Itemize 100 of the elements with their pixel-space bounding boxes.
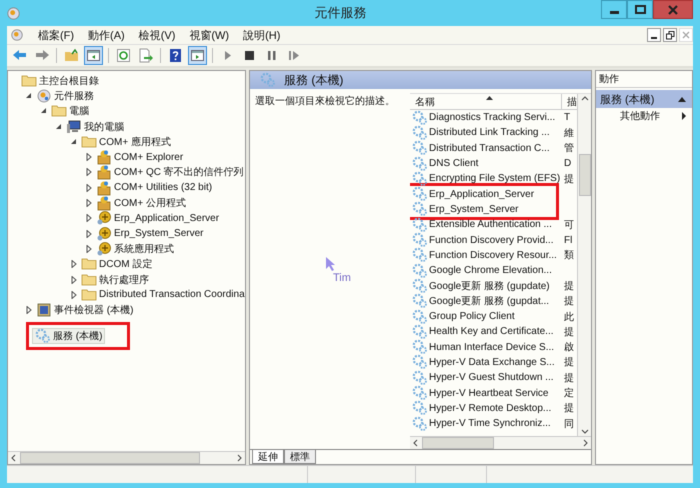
gear-icon <box>35 328 51 344</box>
minimize-button[interactable] <box>647 28 661 42</box>
folder-icon <box>51 103 67 120</box>
service-name[interactable]: Erp_Application_Server <box>410 186 562 202</box>
table-cell-text: 提 <box>563 326 574 339</box>
service-name[interactable]: Human Interface Device S... <box>410 339 562 356</box>
tree-item[interactable]: 元件服務 <box>33 88 97 104</box>
tree-item[interactable]: 我的電腦 <box>63 118 127 135</box>
service-name[interactable]: Hyper-V Heartbeat Service <box>410 385 562 401</box>
close-button[interactable] <box>653 0 693 19</box>
tree-collapsed-arrow-icon[interactable] <box>85 214 92 222</box>
horizontal-scrollbar[interactable] <box>410 436 591 449</box>
menu-item[interactable]: 動作(A) <box>81 28 132 42</box>
service-name[interactable]: Distributed Link Tracking ... <box>410 124 562 141</box>
tree-collapsed-arrow-icon[interactable] <box>70 290 77 299</box>
service-name[interactable]: DNS Client <box>410 156 562 172</box>
tree-item[interactable]: 執行處理序 <box>78 272 152 288</box>
toolbar-button[interactable] <box>84 46 103 65</box>
tree-collapsed-arrow-icon[interactable] <box>85 168 92 176</box>
package-icon <box>96 164 112 180</box>
service-name[interactable]: Google更新 服務 (gupdate) <box>410 278 562 294</box>
table-cell-text: 此 <box>563 310 574 324</box>
component-icon[interactable] <box>11 29 23 41</box>
service-name[interactable]: Hyper-V Guest Shutdown ... <box>410 370 562 386</box>
service-name[interactable]: Google更新 服務 (gupdat... <box>410 293 562 310</box>
pane-header: 服務 (本機) <box>250 71 591 89</box>
mouse-pointer-icon <box>325 256 337 272</box>
table-cell-text: 提 <box>563 356 574 370</box>
gear-icon <box>412 262 428 279</box>
tree-item[interactable]: 主控台根目錄 <box>18 72 102 89</box>
minimize-button[interactable] <box>601 0 627 19</box>
menu-item[interactable]: 視窗(W) <box>182 28 236 42</box>
tree-item[interactable]: Erp_Application_Server <box>93 210 222 226</box>
gear-icon <box>412 354 428 370</box>
tree-collapsed-arrow-icon[interactable] <box>70 276 77 284</box>
action-section-header[interactable]: 服務 (本機) <box>596 90 692 108</box>
service-name[interactable]: Health Key and Certificate... <box>410 324 562 340</box>
window-title: 元件服務 <box>314 4 368 22</box>
service-name[interactable]: Function Discovery Resour... <box>410 247 562 264</box>
action-item[interactable]: 其他動作 <box>596 108 692 124</box>
service-name[interactable]: Hyper-V Remote Desktop... <box>410 400 562 416</box>
tree-collapsed-arrow-icon[interactable] <box>85 244 92 253</box>
computer-icon <box>66 118 82 135</box>
scrollbar-thumb[interactable] <box>578 154 590 196</box>
restore-button[interactable] <box>663 28 677 42</box>
tree-item[interactable]: DCOM 設定 <box>78 256 156 272</box>
tree-item[interactable]: COM+ Explorer <box>93 149 186 166</box>
service-name[interactable]: Hyper-V Data Exchange S... <box>410 354 562 370</box>
tree-item[interactable]: COM+ Utilities (32 bit) <box>93 180 216 196</box>
table-cell-text: Fl <box>563 234 572 246</box>
tree-item[interactable]: Distributed Transaction Coordina <box>78 286 245 303</box>
scrollbar-thumb[interactable] <box>422 437 494 449</box>
menu-item[interactable]: 說明(H) <box>236 28 288 42</box>
folder-icon <box>81 272 97 288</box>
column-header[interactable]: 名稱 <box>410 94 562 109</box>
gear-icon <box>412 201 428 218</box>
menu-item[interactable]: 檔案(F) <box>31 28 82 42</box>
scrollbar-thumb[interactable] <box>20 452 200 464</box>
tree-collapsed-arrow-icon[interactable] <box>85 153 92 162</box>
tree-expanded-arrow-icon[interactable] <box>55 122 62 131</box>
tree-collapsed-arrow-icon[interactable] <box>85 199 92 208</box>
tree-item[interactable]: 事件檢視器 (本機) <box>33 302 136 318</box>
help-icon <box>168 48 183 63</box>
tree-expanded-arrow-icon[interactable] <box>40 107 47 116</box>
service-name[interactable]: Encrypting File System (EFS) <box>410 170 562 187</box>
service-name[interactable]: Diagnostics Tracking Servi... <box>410 110 562 126</box>
tree-item[interactable]: 服務 (本機) <box>32 328 106 344</box>
service-name[interactable]: Distributed Transaction C... <box>410 140 562 156</box>
tab[interactable]: 延伸 <box>252 450 284 464</box>
service-name[interactable]: Extensible Authentication ... <box>410 216 562 233</box>
cursor-label: Tim <box>333 272 352 284</box>
package-icon <box>96 149 112 166</box>
tree-collapsed-arrow-icon[interactable] <box>85 184 92 192</box>
service-name[interactable]: Function Discovery Provid... <box>410 232 562 248</box>
tree-item[interactable]: COM+ 應用程式 <box>78 134 174 150</box>
table-cell-text: D <box>563 158 572 170</box>
maximize-button[interactable] <box>627 0 653 19</box>
tree-item[interactable]: 系統應用程式 <box>93 240 177 257</box>
service-name[interactable]: Hyper-V Time Synchroniz... <box>410 416 562 432</box>
submenu-arrow-icon <box>682 112 686 120</box>
service-name[interactable]: Google Chrome Elevation... <box>410 262 562 279</box>
tree-collapsed-arrow-icon[interactable] <box>70 260 77 268</box>
tree-item[interactable]: COM+ QC 寄不出的信件佇列 <box>93 164 245 180</box>
folder-icon <box>81 256 97 272</box>
toolbar-button[interactable] <box>188 46 207 65</box>
service-name[interactable]: Group Policy Client <box>410 308 562 325</box>
vertical-scrollbar[interactable] <box>577 94 591 436</box>
description-text: 選取一個項目來檢視它的描述。 <box>255 94 396 108</box>
tree-collapsed-arrow-icon[interactable] <box>85 230 92 238</box>
tree-expanded-arrow-icon[interactable] <box>70 138 77 146</box>
horizontal-scrollbar[interactable] <box>8 451 245 464</box>
tree-item[interactable]: Erp_System_Server <box>93 226 206 242</box>
menu-item[interactable]: 檢視(V) <box>132 28 182 42</box>
tab[interactable]: 標準 <box>284 450 316 464</box>
tree-item[interactable]: 電腦 <box>48 103 92 120</box>
tree-item[interactable]: COM+ 公用程式 <box>93 195 189 212</box>
gear-icon <box>412 278 428 294</box>
service-name[interactable]: Erp_System_Server <box>410 201 562 218</box>
tree-collapsed-arrow-icon[interactable] <box>25 306 32 314</box>
tree-expanded-arrow-icon[interactable] <box>25 92 32 100</box>
